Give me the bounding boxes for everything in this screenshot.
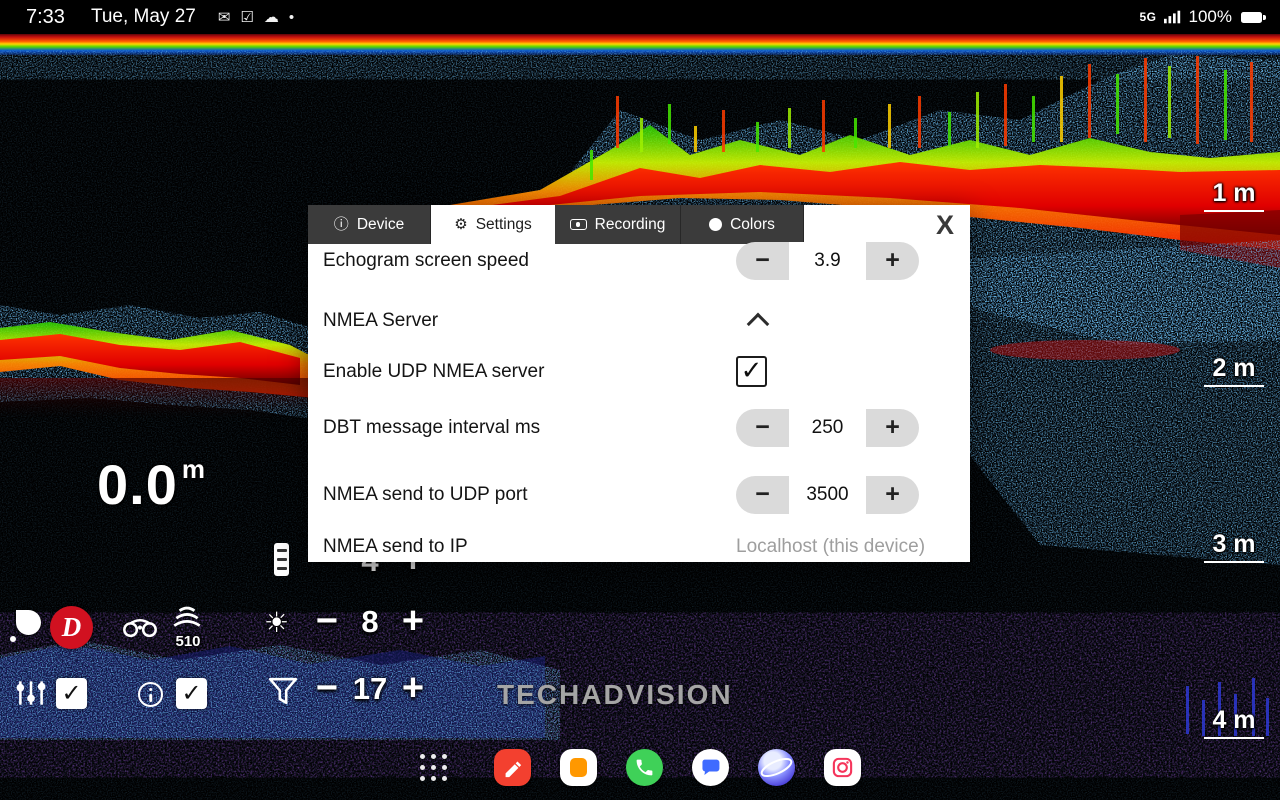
phone-app-icon[interactable] — [626, 749, 663, 786]
screen-speed-decrease-button[interactable]: − — [736, 242, 789, 280]
check-mark: ✓ — [61, 679, 81, 708]
setting-label: Enable UDP NMEA server — [323, 361, 736, 383]
setting-label: Echogram screen speed — [323, 250, 736, 272]
status-date: Tue, May 27 — [91, 6, 196, 28]
dbt-increase-button[interactable]: + — [866, 409, 919, 447]
setting-row-nmea-server: NMEA Server — [323, 301, 956, 340]
filter-value: 17 — [348, 673, 392, 704]
tab-label: Recording — [595, 216, 666, 234]
enable-udp-checkbox[interactable]: ✓ — [736, 356, 767, 387]
filter-increase-button[interactable]: + — [398, 671, 428, 705]
tab-recording[interactable]: Recording — [555, 205, 681, 244]
app-drawer-button[interactable] — [420, 754, 447, 781]
setting-row-send-ip: NMEA send to IP Localhost (this device) — [323, 527, 956, 562]
udp-port-increase-button[interactable]: + — [866, 476, 919, 514]
setting-label: DBT message interval ms — [323, 417, 736, 439]
brightness-decrease-button[interactable]: − — [312, 604, 342, 638]
filter-funnel-icon[interactable] — [268, 677, 298, 705]
section-label: NMEA Server — [323, 310, 736, 332]
brightness-sun-icon: ☀ — [264, 606, 289, 639]
tab-label: Settings — [476, 216, 532, 234]
app-logo-d[interactable]: D — [50, 606, 93, 649]
tab-label: Colors — [730, 216, 775, 234]
depth-readout: 0.0 m — [97, 452, 206, 517]
screen: 7:33 Tue, May 27 ✉ ☑ ☁ • 5G 100% 0.0 m 1… — [0, 0, 1280, 800]
mail-notification-icon: ✉ — [218, 8, 231, 26]
level-indicator-icon — [274, 543, 289, 576]
setting-row-enable-udp: Enable UDP NMEA server ✓ — [323, 352, 956, 391]
tab-colors[interactable]: Colors — [681, 205, 804, 244]
droplet-dot-icon — [10, 636, 16, 642]
setting-row-screen-speed: Echogram screen speed − 3.9 + — [323, 241, 956, 280]
dialog-tab-bar: ⓘ Device ⚙ Settings Recording Colors X — [308, 205, 970, 244]
color-droplet-icon[interactable] — [16, 610, 41, 635]
sonar-beam-icon[interactable] — [170, 600, 204, 630]
folder-app-icon[interactable] — [560, 749, 597, 786]
network-5g-label: 5G — [1140, 10, 1157, 24]
status-bar: 7:33 Tue, May 27 ✉ ☑ ☁ • 5G 100% — [0, 0, 1280, 34]
tab-label: Device — [357, 216, 404, 234]
depth-value: 0.0 — [97, 452, 178, 517]
logo-letter: D — [62, 612, 82, 643]
camera-app-icon[interactable] — [824, 749, 861, 786]
battery-icon — [1241, 12, 1262, 23]
watermark: TECHADVISION — [497, 679, 733, 711]
notes-app-icon[interactable] — [494, 749, 531, 786]
settings-dialog: ⓘ Device ⚙ Settings Recording Colors X E… — [308, 205, 970, 562]
notification-dot-icon: • — [289, 9, 294, 26]
setting-row-udp-port: NMEA send to UDP port − 3500 + — [323, 475, 956, 514]
udp-port-value: 3500 — [789, 476, 866, 514]
dbt-interval-value: 250 — [789, 409, 866, 447]
udp-port-stepper: − 3500 + — [736, 476, 919, 514]
depth-unit: m — [182, 454, 206, 485]
internet-app-icon[interactable] — [758, 749, 795, 786]
task-check-notification-icon: ☑ — [240, 8, 253, 26]
filter-decrease-button[interactable]: − — [312, 671, 342, 705]
bottom-checkbox-right[interactable]: ✓ — [176, 678, 207, 709]
device-info-icon: ⓘ — [334, 217, 349, 232]
battery-percent: 100% — [1189, 7, 1232, 27]
filter-stepper: − 17 + — [312, 671, 428, 705]
tab-settings[interactable]: ⚙ Settings — [431, 205, 555, 244]
messages-app-icon[interactable] — [692, 749, 729, 786]
info-icon[interactable] — [138, 682, 163, 707]
depth-marker-3m: 3 m — [1204, 531, 1264, 563]
weather-cloud-icon: ☁ — [264, 8, 279, 26]
clock: 7:33 — [26, 6, 65, 29]
dock — [0, 734, 1280, 800]
gear-icon: ⚙ — [454, 217, 467, 232]
frequency-label: 510 — [166, 633, 210, 650]
setting-label: NMEA send to UDP port — [323, 484, 736, 506]
screen-speed-increase-button[interactable]: + — [866, 242, 919, 280]
tab-device[interactable]: ⓘ Device — [308, 205, 431, 244]
dbt-decrease-button[interactable]: − — [736, 409, 789, 447]
bottom-checkbox-left[interactable]: ✓ — [56, 678, 87, 709]
send-ip-value[interactable]: Localhost (this device) — [736, 536, 925, 558]
dbt-interval-stepper: − 250 + — [736, 409, 919, 447]
close-button[interactable]: X — [926, 207, 964, 243]
binoculars-icon[interactable] — [122, 615, 158, 638]
sliders-icon[interactable] — [14, 678, 48, 708]
screen-speed-value: 3.9 — [789, 242, 866, 280]
colors-circle-icon — [709, 218, 722, 231]
brightness-value: 8 — [348, 606, 392, 637]
screen-speed-stepper: − 3.9 + — [736, 242, 919, 280]
check-mark: ✓ — [741, 357, 763, 383]
brightness-increase-button[interactable]: + — [398, 604, 428, 638]
signal-strength-icon — [1164, 10, 1182, 24]
depth-marker-1m: 1 m — [1204, 180, 1264, 212]
folder-glyph — [570, 758, 587, 777]
collapse-chevron-up-icon[interactable] — [747, 313, 770, 336]
udp-port-decrease-button[interactable]: − — [736, 476, 789, 514]
brightness-stepper: − 8 + — [312, 604, 428, 638]
recording-icon — [570, 219, 587, 230]
check-mark: ✓ — [181, 679, 201, 708]
depth-marker-2m: 2 m — [1204, 355, 1264, 387]
setting-row-dbt-interval: DBT message interval ms − 250 + — [323, 408, 956, 447]
setting-label: NMEA send to IP — [323, 536, 736, 558]
